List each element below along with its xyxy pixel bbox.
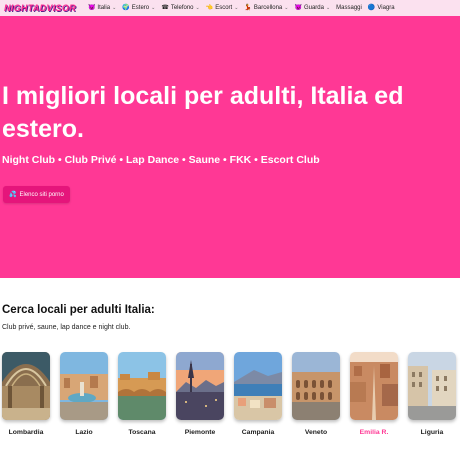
region-label: Lazio bbox=[75, 429, 93, 436]
nav-item-label: Massaggi bbox=[336, 5, 362, 11]
button-label: Elenco siti porno bbox=[19, 191, 64, 198]
region-card-veneto[interactable]: Veneto bbox=[292, 352, 340, 436]
region-label: Veneto bbox=[304, 429, 328, 436]
region-label: Piemonte bbox=[184, 429, 216, 436]
nav-item-barcellona[interactable]: 💃 Barcellona ⌄ bbox=[244, 5, 288, 11]
nav-item-viagra[interactable]: 🔵 Viagra bbox=[368, 5, 395, 11]
nav-item-label: Telefono bbox=[170, 5, 194, 11]
top-nav: NIGHTADVISOR 😈 Italia ⌄ 🌍 Estero ⌄ ☎ Tel… bbox=[0, 0, 460, 16]
region-label: Lombardia bbox=[8, 429, 44, 436]
hero-subtitle: Night Club • Club Privé • Lap Dance • Sa… bbox=[2, 154, 320, 166]
chevron-down-icon: ⌄ bbox=[112, 5, 117, 11]
globe-icon: 🌍 bbox=[122, 5, 130, 11]
nav-menu: 😈 Italia ⌄ 🌍 Estero ⌄ ☎ Telefono ⌄ 👈 Esc… bbox=[88, 5, 395, 11]
region-image[interactable] bbox=[118, 352, 166, 420]
chevron-down-icon: ⌄ bbox=[325, 5, 331, 11]
hand-icon: 👈 bbox=[205, 5, 214, 11]
region-label: Emilia R. bbox=[359, 429, 389, 436]
nav-item-guarda[interactable]: 😈 Guarda ⌄ bbox=[294, 5, 330, 11]
region-image[interactable] bbox=[2, 352, 50, 420]
chevron-down-icon: ⌄ bbox=[234, 5, 239, 11]
porn-sites-list-button[interactable]: 💦 Elenco siti porno bbox=[3, 186, 70, 203]
nav-item-label: Viagra bbox=[377, 5, 395, 11]
region-carousel: Lombardia Lazio Toscana Piemonte Campani… bbox=[2, 352, 460, 444]
region-card-lazio[interactable]: Lazio bbox=[60, 352, 108, 436]
blue-circle-icon: 🔵 bbox=[367, 5, 376, 11]
chevron-down-icon: ⌄ bbox=[151, 5, 156, 11]
region-image[interactable] bbox=[292, 352, 340, 420]
section-title: Cerca locali per adulti Italia: bbox=[2, 304, 155, 316]
nav-item-estero[interactable]: 🌍 Estero ⌄ bbox=[122, 5, 155, 11]
region-card-emilia-romagna[interactable]: Emilia R. bbox=[350, 352, 398, 436]
hero-banner: I migliori locali per adulti, Italia ed … bbox=[0, 16, 460, 278]
devil-icon: 😈 bbox=[294, 5, 302, 11]
region-label: Campania bbox=[241, 429, 275, 436]
region-card-campania[interactable]: Campania bbox=[234, 352, 282, 436]
section-subtitle: Club privé, saune, lap dance e night clu… bbox=[2, 324, 131, 331]
region-image[interactable] bbox=[60, 352, 108, 420]
chevron-down-icon: ⌄ bbox=[195, 5, 200, 11]
devil-icon: 😈 bbox=[87, 5, 96, 11]
chevron-down-icon: ⌄ bbox=[284, 5, 289, 11]
nav-item-label: Estero bbox=[131, 5, 150, 11]
nav-item-label: Escort bbox=[215, 5, 233, 11]
hero-title: I migliori locali per adulti, Italia ed … bbox=[2, 82, 404, 143]
nav-item-italia[interactable]: 😈 Italia ⌄ bbox=[88, 5, 116, 11]
nav-item-label: Italia bbox=[97, 5, 111, 11]
region-image[interactable] bbox=[408, 352, 456, 420]
region-card-toscana[interactable]: Toscana bbox=[118, 352, 166, 436]
nav-item-escort[interactable]: 👈 Escort ⌄ bbox=[206, 5, 239, 11]
region-label: Toscana bbox=[128, 429, 156, 436]
region-card-piemonte[interactable]: Piemonte bbox=[176, 352, 224, 436]
nav-item-telefono[interactable]: ☎ Telefono ⌄ bbox=[161, 5, 199, 11]
region-image[interactable] bbox=[350, 352, 398, 420]
phone-icon: ☎ bbox=[161, 5, 169, 11]
region-card-liguria[interactable]: Liguria bbox=[408, 352, 456, 436]
nav-item-label: Barcellona bbox=[253, 5, 283, 11]
nav-item-massaggi[interactable]: Massaggi bbox=[336, 5, 362, 11]
site-logo[interactable]: NIGHTADVISOR bbox=[4, 3, 76, 13]
droplets-icon: 💦 bbox=[9, 192, 17, 198]
dancer-icon: 💃 bbox=[244, 5, 252, 11]
region-image[interactable] bbox=[234, 352, 282, 420]
region-image[interactable] bbox=[176, 352, 224, 420]
region-label: Liguria bbox=[420, 429, 444, 436]
region-card-lombardia[interactable]: Lombardia bbox=[2, 352, 50, 436]
nav-item-label: Guarda bbox=[303, 5, 324, 11]
